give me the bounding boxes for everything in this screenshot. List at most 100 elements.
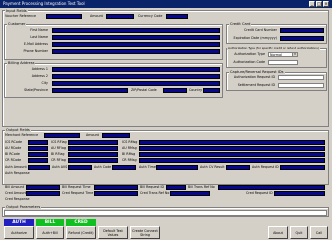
ics-rflag-value xyxy=(68,140,118,145)
auth-request-id-input[interactable] xyxy=(278,75,324,80)
city-label: City xyxy=(41,81,48,85)
last-name-input[interactable] xyxy=(52,35,220,40)
default-test-values-button[interactable]: Default Test Values xyxy=(98,226,128,239)
ics-rcode-value xyxy=(28,140,48,145)
output-parameters-title: Output Parameters xyxy=(5,205,42,209)
authorize-button[interactable]: Authorize xyxy=(4,226,34,239)
voucher-reference-input[interactable] xyxy=(46,14,82,19)
bill-rflag-label: BI RFlag xyxy=(51,152,65,156)
amount-label: Amount xyxy=(90,14,103,18)
expiration-input[interactable] xyxy=(280,36,324,41)
auth-type-value: Normal xyxy=(270,53,282,57)
call-button[interactable]: Call xyxy=(310,226,328,239)
auth-code-out-label: Auth Code xyxy=(94,165,112,169)
ics-rmsg-value xyxy=(139,140,325,145)
zip-postal-input[interactable] xyxy=(163,88,187,93)
output-fields-title: Output Fields xyxy=(5,128,31,132)
email-input[interactable] xyxy=(52,42,220,47)
phone-input[interactable] xyxy=(52,49,220,54)
card-number-input[interactable] xyxy=(280,28,324,33)
auth-rflag-value xyxy=(68,146,118,151)
maximize-button[interactable]: □ xyxy=(316,1,322,7)
first-name-input[interactable] xyxy=(52,28,220,33)
title-bar: Payment Processing Integration Test Tool xyxy=(0,0,332,8)
capture-reversal-title: Capture/Reversal Request IDs xyxy=(229,70,285,74)
address1-label: Address 1 xyxy=(31,67,48,71)
auth-code-input[interactable] xyxy=(268,60,298,65)
auth-time-label: Auth Time xyxy=(139,165,156,169)
bill-amount-label: Bill Amount xyxy=(5,185,25,189)
cr-rflag-value xyxy=(68,158,118,163)
settlement-request-id-label: Settlement Request ID xyxy=(237,83,275,87)
card-number-label: Credit Card Number xyxy=(244,28,277,32)
address2-input[interactable] xyxy=(52,74,220,79)
merchant-reference-label: Merchant Reference xyxy=(5,133,39,137)
cr-rmsg-label: CR RMsg xyxy=(122,158,137,162)
cr-rcode-value xyxy=(28,158,48,163)
chevron-down-icon: ▾ xyxy=(292,53,297,56)
auth-badge: AUTH xyxy=(4,219,34,226)
zip-postal-label: ZIP/Postal Code xyxy=(131,88,157,92)
bill-rcode-label: BI RCode xyxy=(5,152,20,156)
cred-amount-label: Cred Amount xyxy=(5,191,27,195)
cr-rflag-label: CR RFlag xyxy=(51,158,66,162)
email-label: E-Mail Address xyxy=(23,42,48,46)
cred-request-time-label: Cred Request Time xyxy=(62,191,94,195)
auth-request-id-out-label: Auth Request ID xyxy=(252,165,279,169)
bill-trans-ref-value xyxy=(218,185,325,190)
city-input[interactable] xyxy=(52,81,220,86)
state-province-input[interactable] xyxy=(52,88,128,93)
auth-rcode-label: AU RCode xyxy=(5,146,22,150)
authorization-group xyxy=(226,48,327,68)
bill-request-id-label: Bill Request ID xyxy=(140,185,165,189)
quit-button[interactable]: Quit xyxy=(290,226,308,239)
state-province-label: State/Province xyxy=(24,88,48,92)
ics-rflag-label: ICS RFlag xyxy=(51,140,67,144)
auth-avs-label: Auth AVS xyxy=(52,165,68,169)
refund-button[interactable]: Refund (Credit) xyxy=(66,226,96,239)
cred-request-id-value xyxy=(274,191,325,196)
phone-label: Phone Number xyxy=(23,49,48,53)
auth-response-spacer xyxy=(5,176,325,182)
billing-address-title: Billing Address xyxy=(7,61,36,65)
credit-card-group xyxy=(226,24,327,44)
output-parameters-text[interactable] xyxy=(4,210,327,216)
merchant-reference-output xyxy=(44,133,80,138)
bill-request-id-value xyxy=(166,185,186,190)
auth-rcode-value xyxy=(28,146,48,151)
output-amount-value xyxy=(102,133,130,138)
cred-badge: CRED xyxy=(66,219,96,226)
auth-code-value xyxy=(112,165,136,170)
auth-type-select[interactable]: Normal ▾ xyxy=(268,52,298,57)
address1-input[interactable] xyxy=(52,67,220,72)
bill-request-time-value xyxy=(94,185,138,190)
country-label: Country xyxy=(189,88,203,92)
auth-code-label: Authorization Code xyxy=(233,60,265,64)
address2-label: Address 2 xyxy=(31,74,48,78)
cred-request-id-label: Cred Request ID xyxy=(246,191,273,195)
ics-rcode-label: ICS RCode xyxy=(5,140,22,144)
auth-bill-button[interactable]: Auth+Bill xyxy=(36,226,64,239)
auth-rmsg-value xyxy=(139,146,325,151)
cred-response-label: Cred Response xyxy=(5,197,30,201)
output-amount-label: Amount xyxy=(86,133,99,137)
minimize-button[interactable]: _ xyxy=(309,1,315,7)
currency-code-input[interactable] xyxy=(166,14,188,19)
settlement-request-id-input[interactable] xyxy=(278,83,324,88)
auth-avs-value xyxy=(68,165,92,170)
expiration-label: Expiration Date (mmyyyy) xyxy=(233,36,277,40)
close-button[interactable]: × xyxy=(323,1,329,7)
cred-request-time-value xyxy=(94,191,138,196)
about-button[interactable]: About xyxy=(268,226,288,239)
auth-amount-value xyxy=(28,165,50,170)
bill-rflag-value xyxy=(68,152,118,157)
auth-rflag-label: AU RFlag xyxy=(51,146,66,150)
cr-rmsg-value xyxy=(139,158,325,163)
cred-trans-ref-value xyxy=(170,191,210,196)
bill-amount-value xyxy=(26,185,60,190)
currency-code-label: Currency Code xyxy=(138,14,163,18)
country-input[interactable] xyxy=(203,88,220,93)
create-connect-string-button[interactable]: Create Connect String xyxy=(130,226,160,239)
amount-input[interactable] xyxy=(106,14,134,19)
bill-rmsg-label: BI RMsg xyxy=(122,152,136,156)
